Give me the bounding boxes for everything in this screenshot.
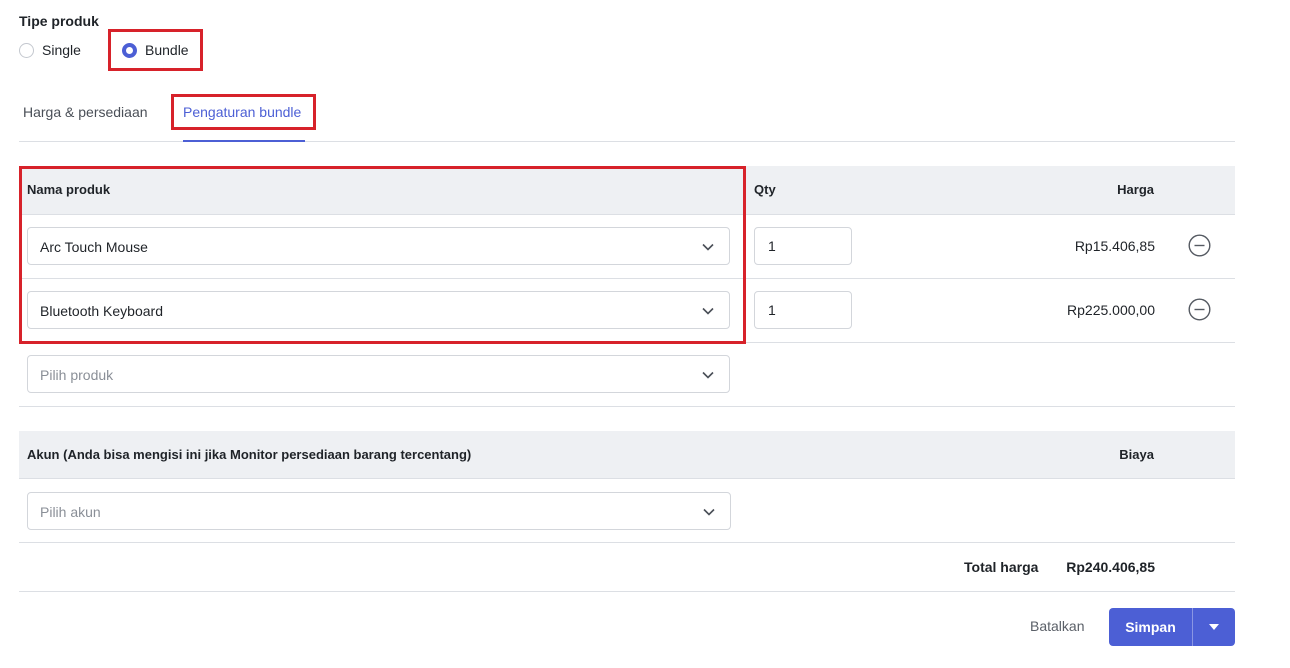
total-value: Rp240.406,85 <box>1066 559 1155 575</box>
chevron-down-icon <box>702 307 714 315</box>
row-divider <box>19 591 1235 592</box>
active-tab-indicator <box>183 140 305 142</box>
account-select[interactable]: Pilih akun <box>27 492 731 530</box>
product-type-label: Tipe produk <box>19 13 99 29</box>
remove-row-icon[interactable] <box>1188 234 1211 257</box>
radio-bundle-dot[interactable] <box>122 42 137 58</box>
add-product-select[interactable]: Pilih produk <box>27 355 730 393</box>
row-divider <box>19 406 1235 407</box>
bundle-table-header: Nama produk Qty Harga <box>19 166 1235 215</box>
remove-row-icon[interactable] <box>1188 298 1211 321</box>
save-button[interactable]: Simpan <box>1109 608 1192 646</box>
cancel-button[interactable]: Batalkan <box>1030 618 1084 634</box>
radio-bundle[interactable]: Bundle <box>122 38 189 62</box>
account-table-header: Akun (Anda bisa mengisi ini jika Monitor… <box>19 431 1235 478</box>
price-row-1: Rp15.406,85 <box>1074 238 1155 254</box>
tab-harga-persediaan[interactable]: Harga & persediaan <box>23 104 148 120</box>
radio-single[interactable]: Single <box>19 38 81 62</box>
row-divider <box>19 342 1235 343</box>
save-button-group: Simpan <box>1109 608 1235 646</box>
product-select-row-1[interactable]: Arc Touch Mouse <box>27 227 730 265</box>
chevron-down-icon <box>702 243 714 251</box>
chevron-down-icon <box>702 371 714 379</box>
header-cost: Biaya <box>1119 447 1154 462</box>
total-label: Total harga <box>964 559 1039 575</box>
header-account: Akun (Anda bisa mengisi ini jika Monitor… <box>27 447 472 462</box>
tab-bar: Harga & persediaan Pengaturan bundle <box>19 92 1235 142</box>
price-row-2: Rp225.000,00 <box>1067 302 1155 318</box>
radio-bundle-label: Bundle <box>145 42 189 58</box>
qty-input-row-2[interactable] <box>754 291 852 329</box>
row-divider <box>19 278 1235 279</box>
row-divider <box>19 214 1235 215</box>
header-qty: Qty <box>754 182 776 197</box>
tab-pengaturan-bundle[interactable]: Pengaturan bundle <box>183 104 301 120</box>
radio-single-dot[interactable] <box>19 42 34 58</box>
product-select-value: Bluetooth Keyboard <box>40 303 163 319</box>
radio-single-label: Single <box>42 42 81 58</box>
save-options-dropdown-button[interactable] <box>1193 608 1235 646</box>
product-select-value: Arc Touch Mouse <box>40 239 148 255</box>
row-divider <box>19 478 1235 479</box>
header-price: Harga <box>1117 182 1154 197</box>
add-product-placeholder: Pilih produk <box>40 367 114 383</box>
product-select-row-2[interactable]: Bluetooth Keyboard <box>27 291 730 329</box>
row-divider <box>19 542 1235 543</box>
qty-input-row-1[interactable] <box>754 227 852 265</box>
chevron-down-icon <box>703 508 715 516</box>
header-product-name: Nama produk <box>27 182 111 197</box>
account-placeholder: Pilih akun <box>40 504 101 520</box>
